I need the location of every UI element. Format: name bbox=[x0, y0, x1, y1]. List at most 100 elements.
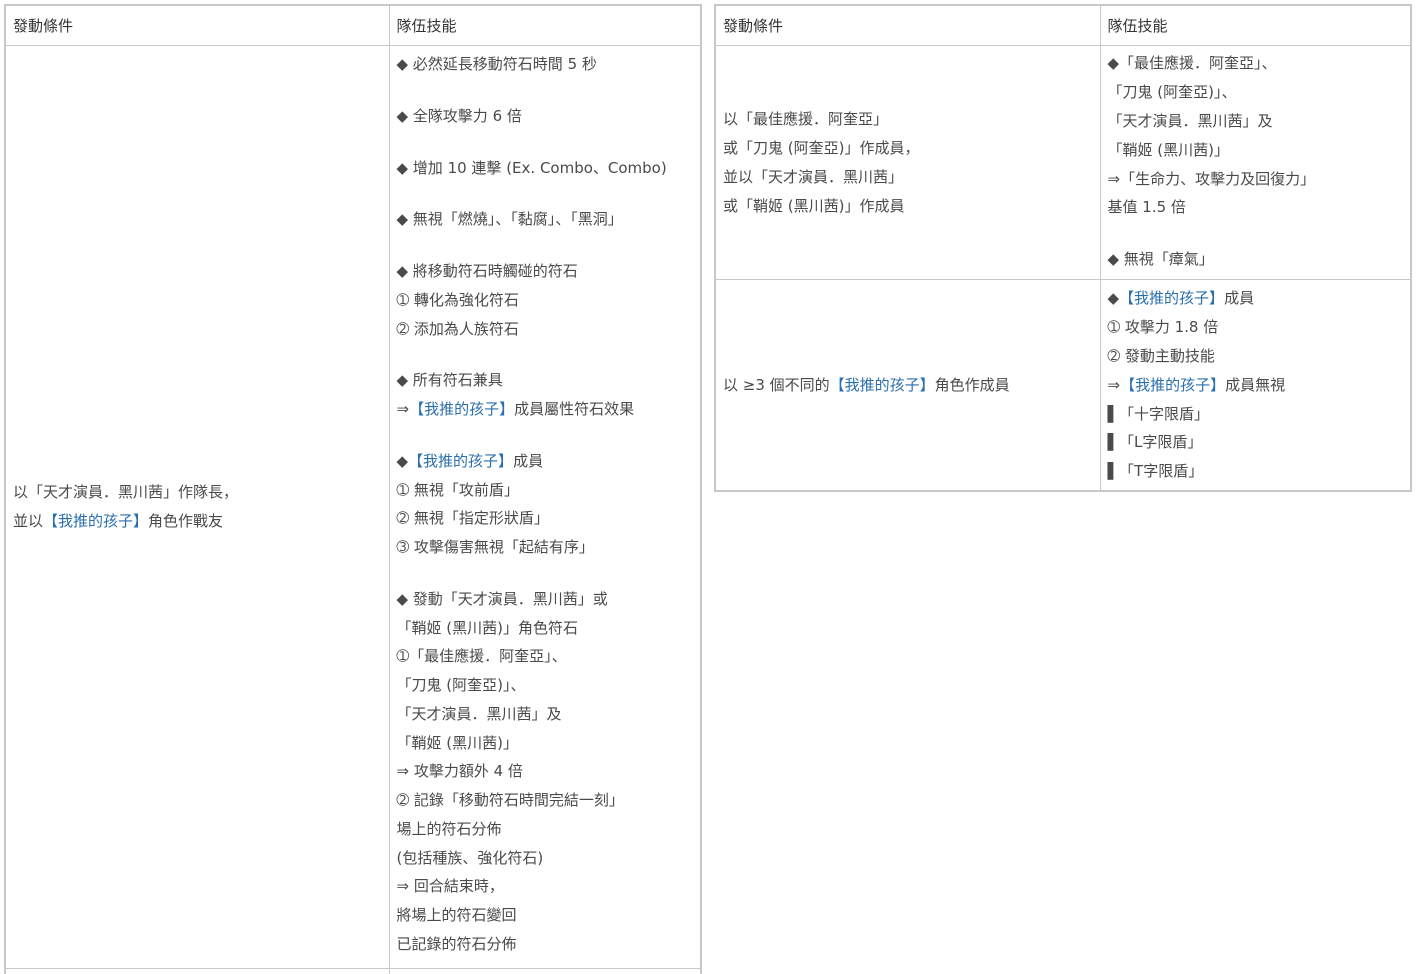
text-line: (包括種族、強化符石) bbox=[397, 844, 694, 873]
text-line: ➁ 無視「指定形狀盾」 bbox=[397, 504, 694, 533]
series-link[interactable]: 【我推的孩子】 bbox=[1120, 376, 1225, 394]
text-line: ⇒ 攻擊力額外 4 倍 bbox=[397, 757, 694, 786]
text-line: 以「最佳應援．阿奎亞」 bbox=[723, 105, 1093, 134]
text-segment: ➁ 添加為人族符石 bbox=[396, 319, 519, 338]
text-line: 或「鞘姬 (黑川茜)」作成員 bbox=[723, 192, 1093, 221]
text-segment: 「天才演員．黑川茜」及 bbox=[1107, 111, 1273, 130]
table-row: 以 ≥3 個不同的【我推的孩子】角色作成員 ◆【我推的孩子】成員 ➀ 攻擊力 1.… bbox=[714, 279, 1412, 492]
text-line: 已記錄的符石分佈 bbox=[397, 930, 694, 959]
text-segment: ◆ bbox=[396, 451, 409, 470]
text-line: ➀「最佳應援．阿奎亞」、 bbox=[397, 642, 694, 671]
text-line: ➁ 發動主動技能 bbox=[1108, 342, 1404, 371]
text-segment: 並以「天才演員．黑川茜」 bbox=[723, 167, 904, 186]
text-line: ⇒【我推的孩子】成員屬性符石效果 bbox=[397, 395, 694, 424]
text-line: ⇒「生命力、攻擊力及回復力」 bbox=[1108, 165, 1404, 194]
text-line: 將場上的符石變回 bbox=[397, 901, 694, 930]
text-segment: ➀ 無視「攻前盾」 bbox=[396, 480, 519, 499]
team-skill-table-left: 發動條件 隊伍技能 以「天才演員．黑川茜」作隊長， 並以【我推的孩子】角色作戰友 … bbox=[4, 4, 702, 969]
text-line: 並以「天才演員．黑川茜」 bbox=[723, 163, 1093, 192]
condition-cell: 以 ≥3 個不同的【我推的孩子】角色作成員 bbox=[714, 279, 1101, 492]
table-continuation bbox=[4, 966, 702, 974]
text-segment: 「刀鬼 (阿奎亞)」、 bbox=[396, 676, 526, 694]
text-line: ◆「最佳應援．阿奎亞」、 bbox=[1108, 49, 1404, 78]
text-line: 以 ≥3 個不同的【我推的孩子】角色作成員 bbox=[723, 371, 1093, 400]
text-segment: ➁ 無視「指定形狀盾」 bbox=[396, 509, 549, 528]
text-line: ◆ 無視「燃燒」、「黏腐」、「黑洞」 bbox=[397, 205, 694, 234]
text-segment: ▌「十字限盾」 bbox=[1107, 404, 1210, 423]
condition-cell: 以「天才演員．黑川茜」作隊長， 並以【我推的孩子】角色作戰友 bbox=[4, 45, 390, 969]
text-line: 基值 1.5 倍 bbox=[1108, 193, 1404, 222]
text-line: ➁ 添加為人族符石 bbox=[397, 315, 694, 344]
text-line: ◆ 將移動符石時觸碰的符石 bbox=[397, 257, 694, 286]
text-line: ➀ 攻擊力 1.8 倍 bbox=[1108, 313, 1404, 342]
series-link[interactable]: 【我推的孩子】 bbox=[409, 400, 514, 418]
text-line: ◆ 全隊攻擊力 6 倍 bbox=[397, 102, 694, 131]
table-row: 以「最佳應援．阿奎亞」或「刀鬼 (阿奎亞)」作成員， 並以「天才演員．黑川茜」 或「… bbox=[714, 45, 1412, 280]
text-segment: 將場上的符石變回 bbox=[396, 906, 517, 924]
text-segment: 並以 bbox=[13, 512, 44, 530]
text-segment: 「鞘姬 (黑川茜)」角色符石 bbox=[396, 618, 578, 637]
skill-cell: ◆ 必然延長移動符石時間 5 秒 ◆ 全隊攻擊力 6 倍 ◆ 增加 10 連擊 (E… bbox=[388, 45, 702, 969]
series-link[interactable]: 【我推的孩子】 bbox=[43, 512, 148, 530]
text-segment: 以 ≥3 個不同的 bbox=[723, 375, 830, 394]
text-segment: 成員屬性符石效果 bbox=[514, 400, 635, 418]
text-segment: 或「刀鬼 (阿奎亞)」作成員， bbox=[723, 138, 920, 157]
text-segment: 「刀鬼 (阿奎亞)」、 bbox=[1107, 82, 1237, 101]
text-segment: ⇒ bbox=[396, 400, 410, 418]
text-segment: ➂ 攻擊傷害無視「起結有序」 bbox=[396, 538, 594, 556]
text-line: ➀ 無視「攻前盾」 bbox=[397, 476, 694, 505]
text-segment: (包括種族、強化符石) bbox=[396, 848, 544, 867]
series-link[interactable]: 【我推的孩子】 bbox=[1119, 289, 1224, 307]
text-segment: 場上的符石分佈 bbox=[396, 819, 502, 838]
text-segment: ▌「L字限盾」 bbox=[1107, 433, 1203, 452]
text-line: 「鞘姬 (黑川茜)」 bbox=[397, 729, 694, 758]
text-segment: 「天才演員．黑川茜」及 bbox=[396, 704, 562, 723]
text-segment: ◆ 將移動符石時觸碰的符石 bbox=[396, 262, 578, 280]
text-line: 「天才演員．黑川茜」及 bbox=[397, 700, 694, 729]
text-line: 或「刀鬼 (阿奎亞)」作成員， bbox=[723, 134, 1093, 163]
text-segment: ⇒ 攻擊力額外 4 倍 bbox=[396, 762, 523, 781]
text-line: ▌「L字限盾」 bbox=[1108, 428, 1404, 457]
text-line: ◆【我推的孩子】成員 bbox=[1108, 284, 1404, 313]
text-segment: 「鞘姬 (黑川茜)」 bbox=[396, 733, 518, 752]
skill-cell: ◆「最佳應援．阿奎亞」、「刀鬼 (阿奎亞)」、「天才演員．黑川茜」及「鞘姬 (黑… bbox=[1099, 45, 1412, 280]
text-segment: ➁ 發動主動技能 bbox=[1107, 346, 1215, 365]
text-segment: ⇒ 回合結束時， bbox=[396, 877, 504, 896]
text-segment: ◆ 全隊攻擊力 6 倍 bbox=[396, 106, 522, 125]
text-line: ➀ 轉化為強化符石 bbox=[397, 286, 694, 315]
text-segment: ➀ 轉化為強化符石 bbox=[396, 290, 519, 309]
text-line: 以「天才演員．黑川茜」作隊長， bbox=[13, 478, 382, 507]
text-segment: ◆ 所有符石兼具 bbox=[396, 371, 503, 390]
text-segment: ◆ 無視「瘴氣」 bbox=[1107, 250, 1214, 269]
text-segment: 成員 bbox=[513, 451, 544, 470]
text-segment: 已記錄的符石分佈 bbox=[396, 934, 517, 953]
text-line: ◆ 發動「天才演員．黑川茜」或 bbox=[397, 585, 694, 614]
text-line: 場上的符石分佈 bbox=[397, 815, 694, 844]
table-header-row: 發動條件 隊伍技能 bbox=[4, 4, 702, 46]
text-line: ➂ 攻擊傷害無視「起結有序」 bbox=[397, 533, 694, 562]
text-line: ▌「T字限盾」 bbox=[1108, 457, 1404, 486]
text-line: 「天才演員．黑川茜」及 bbox=[1108, 107, 1404, 136]
text-line: 並以【我推的孩子】角色作戰友 bbox=[13, 507, 382, 536]
text-line: 「刀鬼 (阿奎亞)」、 bbox=[397, 671, 694, 700]
header-condition: 發動條件 bbox=[714, 4, 1101, 46]
text-line: ◆ 必然延長移動符石時間 5 秒 bbox=[397, 50, 694, 79]
text-segment: ➀「最佳應援．阿奎亞」、 bbox=[396, 647, 567, 666]
series-link[interactable]: 【我推的孩子】 bbox=[830, 376, 935, 394]
text-segment: 以「天才演員．黑川茜」作隊長， bbox=[13, 483, 239, 501]
text-line: ⇒ 回合結束時， bbox=[397, 872, 694, 901]
text-segment: 或「鞘姬 (黑川茜)」作成員 bbox=[723, 196, 905, 215]
text-segment: ◆ 發動「天才演員．黑川茜」或 bbox=[396, 589, 608, 608]
text-line: ◆ 無視「瘴氣」 bbox=[1108, 245, 1404, 274]
series-link[interactable]: 【我推的孩子】 bbox=[408, 452, 513, 470]
text-segment: ▌「T字限盾」 bbox=[1107, 462, 1204, 481]
header-skill: 隊伍技能 bbox=[388, 4, 702, 46]
text-segment: ⇒ bbox=[1107, 375, 1121, 394]
text-line: 「鞘姬 (黑川茜)」 bbox=[1108, 136, 1404, 165]
condition-cell: 以「最佳應援．阿奎亞」或「刀鬼 (阿奎亞)」作成員， 並以「天才演員．黑川茜」 或「… bbox=[714, 45, 1101, 280]
text-segment: 角色作戰友 bbox=[148, 512, 224, 530]
